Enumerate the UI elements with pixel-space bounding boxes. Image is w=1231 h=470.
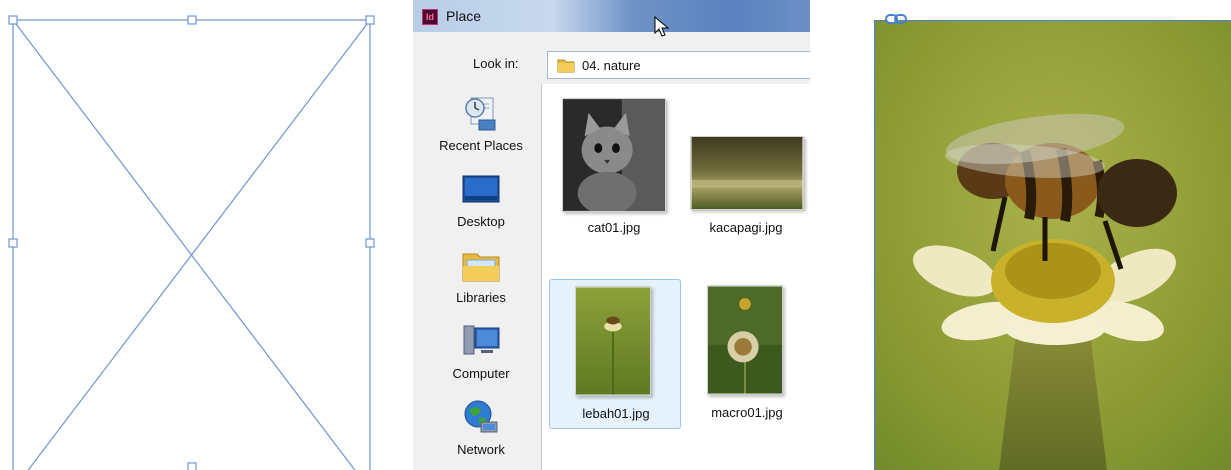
file-item-kacapagi[interactable]: kacapagi.jpg — [680, 88, 810, 238]
place-label: Libraries — [456, 290, 506, 305]
file-list: cat01.jpg kacapagi.jpg lebah01.jpg macro… — [541, 84, 810, 470]
place-desktop[interactable]: Desktop — [421, 170, 541, 240]
handle-top-right — [365, 15, 375, 25]
lebah-thumbnail — [575, 286, 651, 396]
indesign-app-icon: Id — [422, 9, 438, 25]
file-name: macro01.jpg — [711, 405, 783, 420]
place-network[interactable]: Network — [421, 398, 541, 468]
handle-bottom-middle — [187, 462, 197, 470]
place-label: Recent Places — [439, 138, 523, 153]
dialog-titlebar[interactable]: Id Place — [413, 0, 810, 32]
look-in-value: 04. nature — [582, 58, 641, 73]
place-recent-places[interactable]: Recent Places — [421, 94, 541, 164]
place-label: Network — [457, 442, 505, 457]
place-label: Computer — [452, 366, 510, 381]
handle-top-left — [8, 15, 18, 25]
file-item-cat01[interactable]: cat01.jpg — [548, 88, 680, 238]
file-name: lebah01.jpg — [582, 406, 650, 421]
placed-image-frame[interactable] — [874, 20, 1231, 470]
desktop-icon — [462, 175, 500, 203]
libraries-icon — [462, 253, 500, 282]
recent-places-icon — [465, 97, 496, 131]
network-icon — [464, 400, 498, 433]
place-libraries[interactable]: Libraries — [421, 246, 541, 316]
place-dialog: Id Place Look in: 04. nature Recent Plac… — [413, 0, 810, 470]
look-in-dropdown[interactable]: 04. nature — [547, 51, 810, 79]
handle-middle-left — [8, 238, 18, 248]
macro-thumbnail — [707, 285, 783, 395]
computer-icon — [463, 325, 500, 355]
handle-top-middle — [187, 15, 197, 25]
file-item-macro01[interactable]: macro01.jpg — [681, 279, 810, 429]
frame-placeholder-svg — [8, 15, 375, 470]
handle-middle-right — [365, 238, 375, 248]
cat-thumbnail — [562, 98, 666, 212]
empty-graphics-frame[interactable] — [0, 0, 390, 470]
folder-icon — [557, 59, 575, 73]
file-name: kacapagi.jpg — [709, 220, 783, 235]
place-label: Desktop — [457, 214, 505, 229]
frame-diagonal-1 — [12, 19, 356, 470]
file-name: cat01.jpg — [587, 220, 641, 235]
place-computer[interactable]: Computer — [421, 322, 541, 392]
frame-border — [12, 19, 371, 470]
kacapagi-thumbnail — [690, 136, 804, 210]
file-item-lebah01[interactable]: lebah01.jpg — [549, 279, 681, 429]
frame-diagonal-2 — [27, 19, 371, 470]
bee-on-flower-image — [875, 21, 1231, 470]
places-bar: Recent Places Desktop Libraries Computer… — [421, 84, 541, 470]
look-in-label: Look in: — [473, 56, 519, 71]
look-in-row: Look in: 04. nature — [413, 40, 810, 80]
link-icon[interactable] — [885, 13, 907, 25]
mouse-cursor-icon — [654, 16, 670, 37]
dialog-title: Place — [446, 8, 482, 24]
